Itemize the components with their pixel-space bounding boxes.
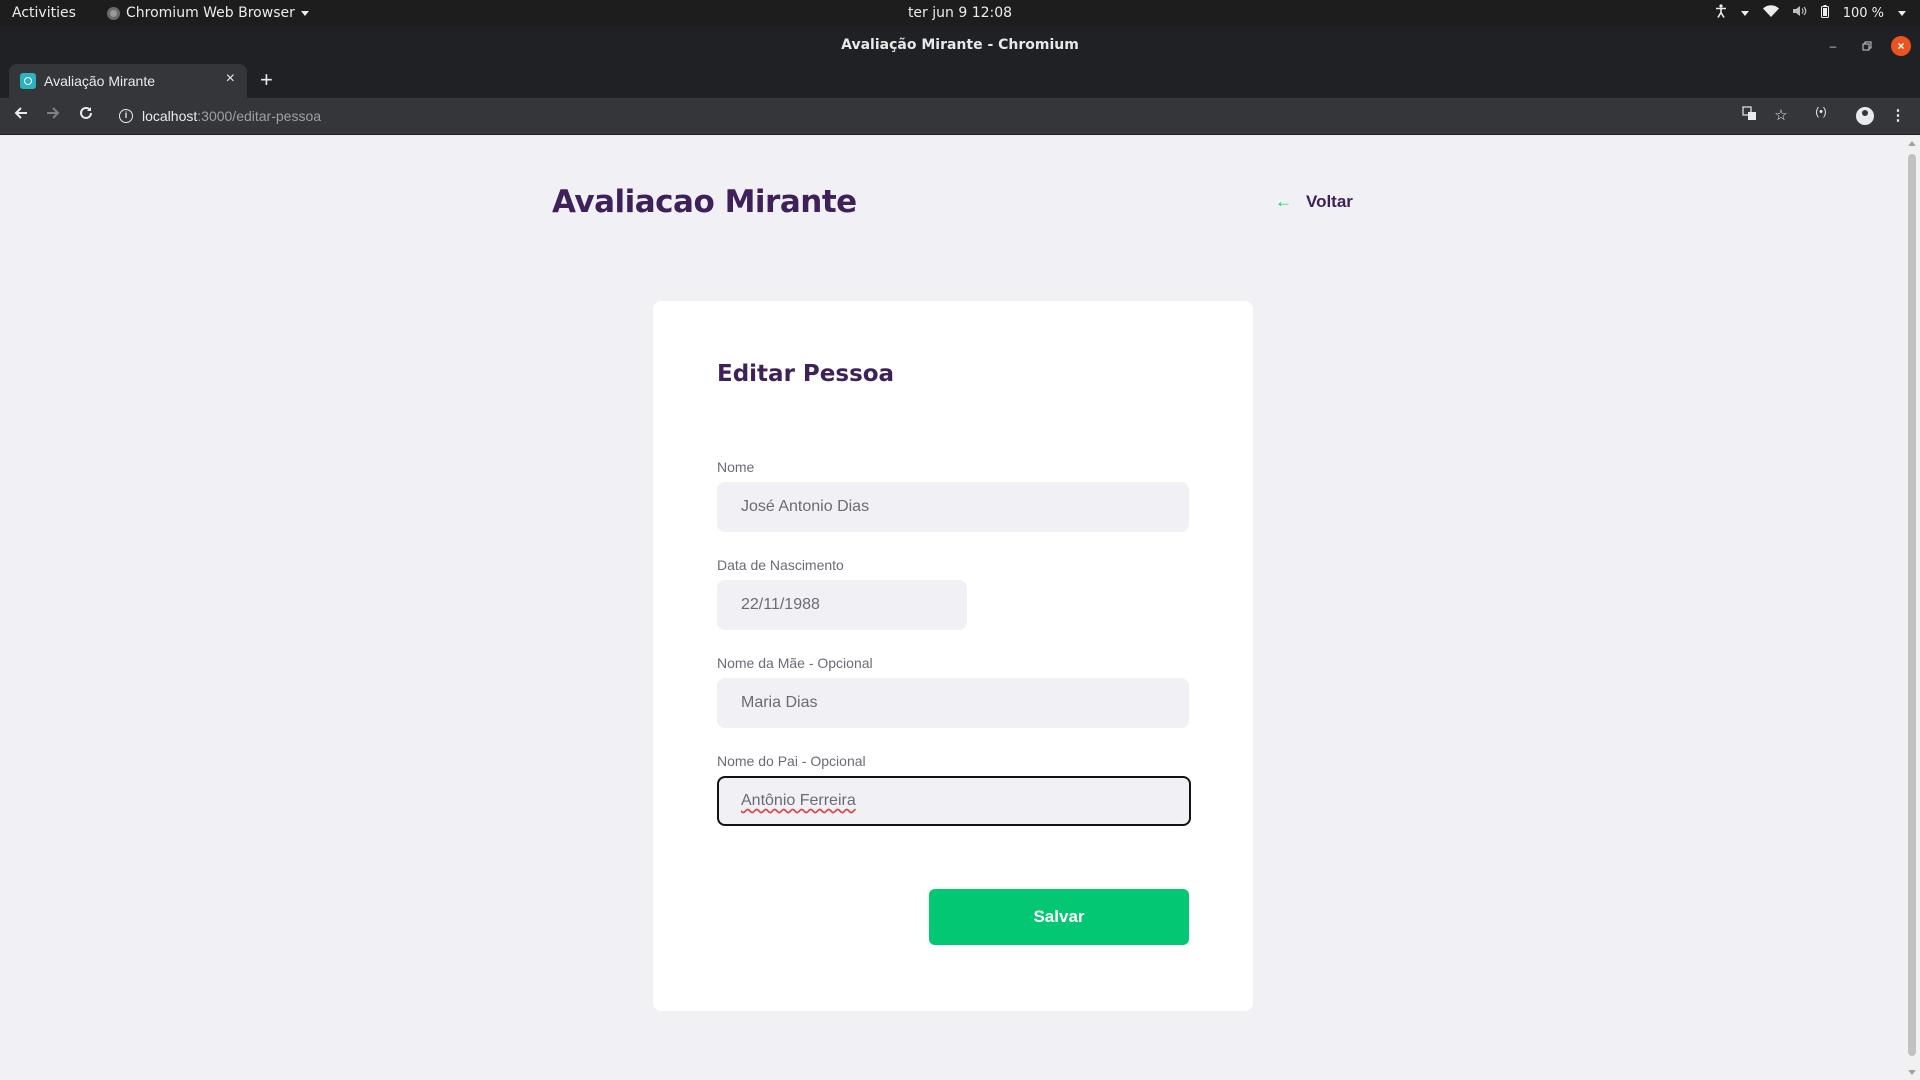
- page-scrollbar[interactable]: [1904, 136, 1920, 1080]
- battery-percentage: 100 %: [1842, 5, 1884, 21]
- app-title: Avaliacao Mirante: [552, 184, 857, 220]
- mother-name-label: Nome da Mãe - Opcional: [717, 655, 873, 671]
- page-viewport: Avaliacao Mirante ← Voltar Editar Pessoa…: [0, 136, 1904, 1080]
- translate-icon[interactable]: [1739, 106, 1759, 125]
- react-favicon-icon: [20, 73, 36, 89]
- system-tray[interactable]: 100 %: [1715, 4, 1906, 22]
- name-label: Nome: [717, 459, 755, 475]
- birth-date-label: Data de Nascimento: [717, 557, 844, 573]
- birth-date-input[interactable]: [717, 580, 967, 630]
- chromium-icon: [107, 6, 120, 20]
- toolbar: i localhost:3000/editar-pessoa ☆ (•) ⋮: [0, 98, 1920, 135]
- cast-icon[interactable]: (•): [1811, 106, 1831, 118]
- info-icon[interactable]: i: [119, 109, 133, 123]
- save-button[interactable]: Salvar: [929, 889, 1189, 945]
- father-name-input[interactable]: Antônio Ferreira: [717, 776, 1191, 826]
- back-link[interactable]: ← Voltar: [1275, 192, 1353, 212]
- close-tab-icon[interactable]: ×: [226, 70, 235, 88]
- chevron-down-icon: [300, 10, 309, 16]
- forward-icon[interactable]: [42, 105, 64, 126]
- chevron-down-icon[interactable]: [1740, 10, 1749, 16]
- url-text[interactable]: localhost:3000/editar-pessoa: [142, 108, 321, 124]
- scrollbar-thumb[interactable]: [1908, 154, 1916, 1056]
- tab-label: Avaliação Mirante: [44, 73, 156, 89]
- star-icon[interactable]: ☆: [1771, 106, 1791, 124]
- volume-icon: [1792, 5, 1807, 21]
- address-bar[interactable]: i localhost:3000/editar-pessoa: [110, 102, 1390, 131]
- restore-icon[interactable]: [1857, 36, 1877, 56]
- menu-icon[interactable]: ⋮: [1888, 106, 1908, 124]
- father-name-label: Nome do Pai - Opcional: [717, 753, 866, 769]
- battery-icon: [1820, 4, 1829, 22]
- reload-icon[interactable]: [75, 105, 97, 126]
- close-window-icon[interactable]: ×: [1891, 36, 1911, 56]
- scroll-down-icon[interactable]: [1908, 1070, 1916, 1075]
- new-tab-button[interactable]: +: [260, 67, 273, 93]
- form-title: Editar Pessoa: [717, 361, 895, 387]
- edit-person-form: Editar Pessoa Nome Data de Nascimento No…: [653, 301, 1253, 1011]
- wifi-icon: [1762, 5, 1779, 21]
- tab-strip: Avaliação Mirante × +: [0, 64, 1920, 98]
- app-menu-label: Chromium Web Browser: [126, 5, 295, 21]
- name-input[interactable]: [717, 482, 1189, 532]
- system-top-bar: Activities Chromium Web Browser ter jun …: [0, 0, 1920, 27]
- tab-avaliacao-mirante[interactable]: Avaliação Mirante ×: [9, 64, 247, 98]
- scroll-up-icon[interactable]: [1908, 141, 1916, 146]
- mother-name-input[interactable]: [717, 678, 1189, 728]
- chevron-down-icon[interactable]: [1898, 10, 1906, 16]
- arrow-left-icon: ←: [1275, 192, 1292, 211]
- father-name-value: Antônio Ferreira: [741, 792, 856, 809]
- activities-button[interactable]: Activities: [12, 5, 76, 21]
- app-menu[interactable]: Chromium Web Browser: [107, 5, 309, 21]
- account-icon[interactable]: [1856, 107, 1874, 125]
- back-icon[interactable]: [10, 105, 32, 126]
- minimize-icon[interactable]: –: [1823, 36, 1843, 56]
- window-title-bar: Avaliação Mirante - Chromium – ×: [0, 27, 1920, 64]
- accessibility-icon[interactable]: [1715, 4, 1727, 22]
- back-label: Voltar: [1306, 192, 1353, 211]
- window-title: Avaliação Mirante - Chromium: [841, 37, 1079, 53]
